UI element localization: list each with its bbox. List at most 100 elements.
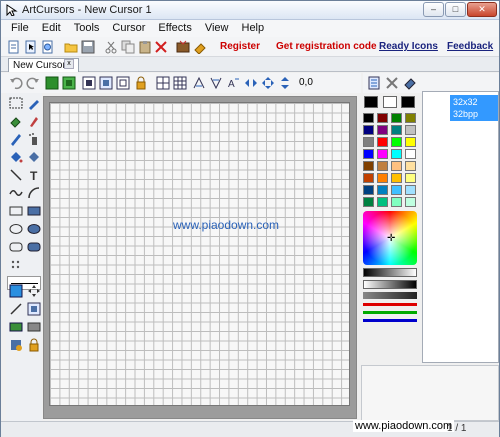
curve-icon[interactable]: [9, 186, 23, 200]
palette-clear-icon[interactable]: [385, 76, 399, 90]
rounded-rect-filled-icon[interactable]: [27, 240, 41, 254]
rectangle-filled-icon[interactable]: [27, 204, 41, 218]
palette-swatch[interactable]: [391, 173, 402, 183]
brush-icon[interactable]: [27, 114, 41, 128]
eraser-icon[interactable]: [403, 76, 417, 90]
menu-edit[interactable]: Edit: [36, 20, 68, 37]
pixel-canvas[interactable]: [49, 102, 350, 406]
rectangle-outline-icon[interactable]: [9, 204, 23, 218]
grid-fine-icon[interactable]: [173, 76, 187, 90]
layer-add-icon[interactable]: [62, 76, 76, 90]
menu-effects[interactable]: Effects: [152, 20, 198, 37]
green-channel-bar[interactable]: [363, 311, 417, 314]
menu-view[interactable]: View: [199, 20, 236, 37]
menu-tools[interactable]: Tools: [68, 20, 107, 37]
flip-horizontal-icon[interactable]: [192, 76, 206, 90]
move-all-icon[interactable]: [261, 76, 275, 90]
hotspot-lock-icon[interactable]: [27, 338, 41, 352]
register-link[interactable]: Register: [220, 41, 260, 52]
hotspot-icon[interactable]: [9, 338, 23, 352]
move-up-down-icon[interactable]: [278, 76, 292, 90]
palette-swatch[interactable]: [405, 161, 416, 171]
palette-swatch[interactable]: [405, 125, 416, 135]
palette-swatch[interactable]: [377, 197, 388, 207]
dots-icon[interactable]: [9, 258, 23, 272]
frame-item[interactable]: 32x32 32bpp: [450, 95, 498, 121]
palette-swatch[interactable]: [363, 185, 374, 195]
lock-icon[interactable]: [134, 76, 148, 90]
ellipse-outline-icon[interactable]: [9, 222, 23, 236]
grid-icon[interactable]: [156, 76, 170, 90]
palette-swatch[interactable]: [391, 149, 402, 159]
palette-swatch[interactable]: [377, 113, 388, 123]
palette-swatch[interactable]: [391, 113, 402, 123]
palette-swatch[interactable]: [363, 125, 374, 135]
palette-swatch[interactable]: [405, 137, 416, 147]
frame-outline-icon[interactable]: [116, 76, 130, 90]
pipette-icon[interactable]: [27, 96, 41, 110]
maximize-button[interactable]: □: [445, 2, 466, 17]
palette-swatch[interactable]: [363, 173, 374, 183]
palette-swatch[interactable]: [377, 185, 388, 195]
palette-swatch[interactable]: [405, 173, 416, 183]
palette-swatch[interactable]: [405, 149, 416, 159]
ready-icons-link[interactable]: Ready Icons: [379, 41, 438, 52]
frame-select-icon[interactable]: [99, 76, 113, 90]
palette-swatch[interactable]: [377, 161, 388, 171]
menu-cursor[interactable]: Cursor: [106, 20, 152, 37]
palette-swatch[interactable]: [377, 125, 388, 135]
menu-file[interactable]: File: [5, 20, 36, 37]
red-channel-bar[interactable]: [363, 303, 417, 306]
title-bar[interactable]: ArtCursors - New Cursor 1 – □ ✕: [1, 1, 499, 20]
rounded-rect-outline-icon[interactable]: [9, 240, 23, 254]
delete-icon[interactable]: [154, 40, 168, 54]
blue-channel-bar[interactable]: [363, 319, 417, 322]
eraser-tool-icon[interactable]: [9, 114, 23, 128]
text-icon[interactable]: T: [27, 168, 41, 182]
get-registration-code-link[interactable]: Get registration code: [276, 41, 377, 52]
color-wheel[interactable]: ✛: [363, 211, 417, 265]
pen-size-icon[interactable]: [9, 284, 23, 298]
register-key-icon[interactable]: [193, 40, 207, 54]
palette-swatch[interactable]: [391, 125, 402, 135]
line-icon[interactable]: [9, 168, 23, 182]
palette-swatch[interactable]: [363, 113, 374, 123]
palette-swatch[interactable]: [377, 137, 388, 147]
gradient-fill-icon[interactable]: [27, 150, 41, 164]
new-file-icon[interactable]: [7, 40, 21, 54]
palette-swatch[interactable]: [377, 149, 388, 159]
copy-icon[interactable]: [121, 40, 135, 54]
redo-icon[interactable]: [26, 76, 40, 90]
palette-swatch[interactable]: [363, 149, 374, 159]
fill-bucket-icon[interactable]: [9, 150, 23, 164]
background-color-swatch[interactable]: [401, 96, 415, 108]
move-left-right-icon[interactable]: [244, 76, 258, 90]
secondary-color-swatch[interactable]: [383, 96, 397, 108]
invert-color-icon[interactable]: [27, 320, 41, 334]
palette-swatch[interactable]: [405, 185, 416, 195]
palette-swatch[interactable]: [405, 113, 416, 123]
save-icon[interactable]: [81, 40, 95, 54]
box-select-icon[interactable]: [27, 302, 41, 316]
paste-icon[interactable]: [138, 40, 152, 54]
cut-icon[interactable]: [104, 40, 118, 54]
palette-swatch[interactable]: [391, 137, 402, 147]
transparent-color-icon[interactable]: [9, 320, 23, 334]
rotate-icon[interactable]: A: [226, 76, 240, 90]
feedback-link[interactable]: Feedback: [447, 41, 493, 52]
pencil-icon[interactable]: [9, 132, 23, 146]
arc-icon[interactable]: [27, 186, 41, 200]
frame-icon[interactable]: [82, 76, 96, 90]
palette-swatch[interactable]: [405, 197, 416, 207]
palette-swatch[interactable]: [391, 161, 402, 171]
alpha-slider[interactable]: [363, 292, 417, 299]
palette-swatch[interactable]: [363, 161, 374, 171]
menu-help[interactable]: Help: [236, 20, 272, 37]
palette-swatch[interactable]: [363, 137, 374, 147]
new-cursor-icon[interactable]: [24, 40, 38, 54]
undo-icon[interactable]: [9, 76, 23, 90]
brightness-slider[interactable]: [363, 268, 417, 277]
flip-vertical-icon[interactable]: [209, 76, 223, 90]
palette-swatch[interactable]: [391, 185, 402, 195]
primary-color-swatch[interactable]: [364, 96, 378, 108]
